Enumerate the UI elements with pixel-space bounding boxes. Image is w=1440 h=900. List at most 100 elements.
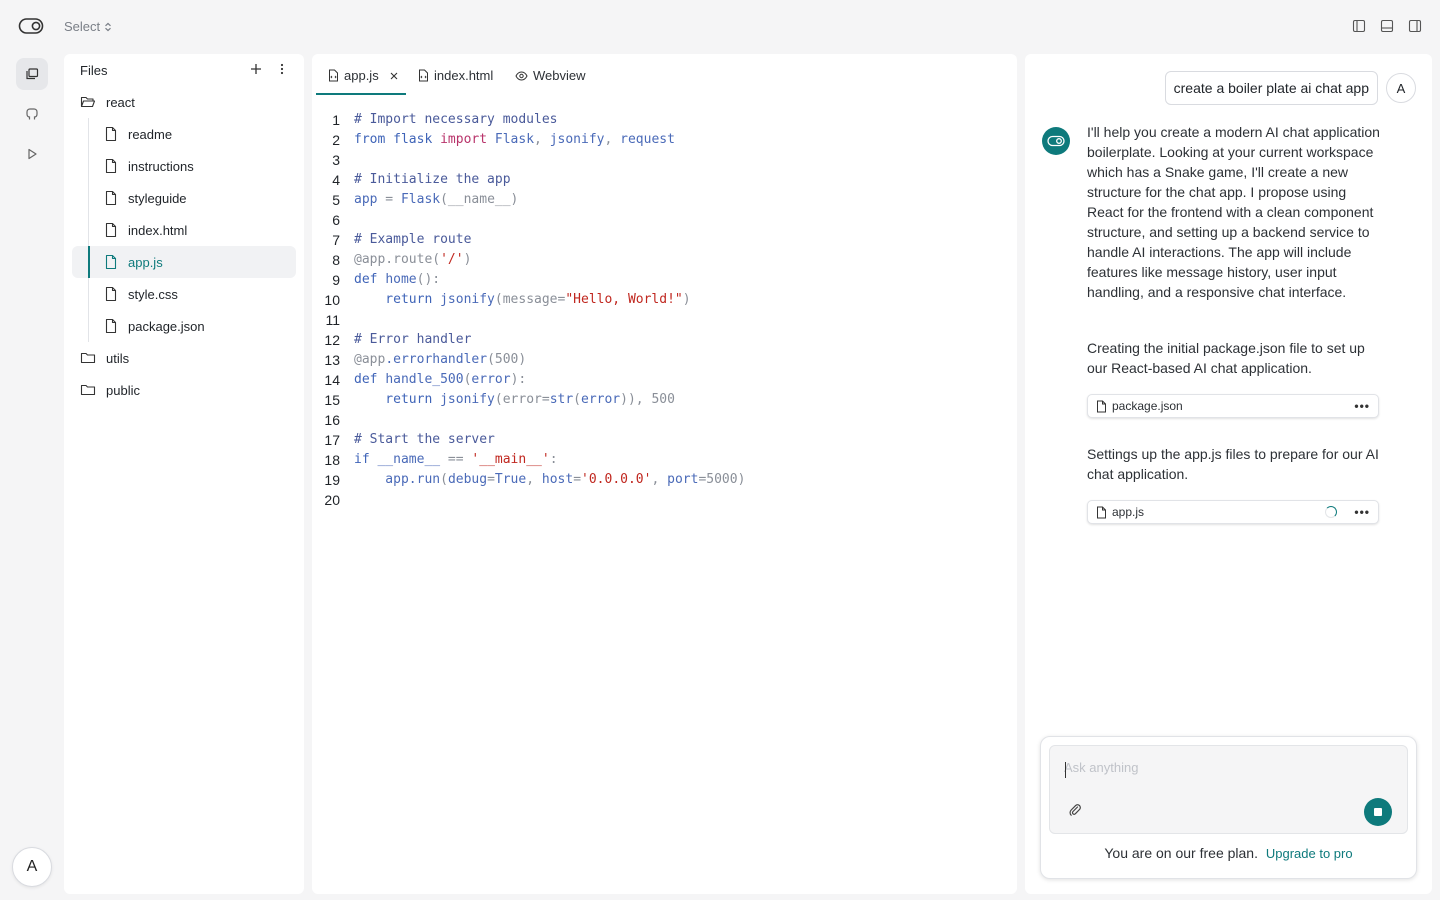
tree-guide-active <box>88 246 90 278</box>
user-avatar: A <box>1386 73 1416 103</box>
files-title: Files <box>80 63 108 78</box>
code-line: def home(): <box>354 272 441 287</box>
upgrade-link[interactable]: Upgrade to pro <box>1266 846 1353 861</box>
line-number: 8 <box>332 252 340 268</box>
more-vertical-icon[interactable] <box>280 63 284 75</box>
assistant-message: Creating the initial package.json file t… <box>1087 340 1365 376</box>
tree-item-label: style.css <box>128 286 178 302</box>
attach-icon[interactable] <box>1068 803 1082 817</box>
assistant-message: I'll help you create a modern AI chat ap… <box>1087 124 1380 300</box>
tree-item-label: instructions <box>128 158 194 174</box>
tree-file-instructions[interactable]: instructions <box>104 152 194 180</box>
user-message-bubble: create a boiler plate ai chat app <box>1164 71 1378 105</box>
select-dropdown[interactable]: Select <box>64 19 112 34</box>
tree-folder-public[interactable]: public <box>80 376 140 404</box>
line-number: 6 <box>332 212 340 228</box>
tree-item-label: app.js <box>128 254 163 270</box>
tab-label: index.html <box>434 68 494 83</box>
folder-icon <box>80 352 96 364</box>
tree-file-styleguide[interactable]: styleguide <box>104 184 187 212</box>
active-tab-indicator <box>316 93 406 95</box>
line-number: 19 <box>324 472 340 488</box>
tree-item-label: public <box>106 382 140 398</box>
tree-folder-react[interactable]: react <box>80 88 135 116</box>
rail-run-button[interactable] <box>16 138 48 170</box>
file-icon <box>1097 506 1106 518</box>
file-icon <box>105 286 117 302</box>
code-line: @app.errorhandler(500) <box>354 352 527 367</box>
files-panel: Files react readme instructions stylegui… <box>64 54 304 894</box>
text-caret <box>1065 762 1066 778</box>
add-file-icon[interactable] <box>250 63 262 75</box>
close-icon[interactable] <box>388 70 400 82</box>
rail-files-button[interactable] <box>16 58 48 90</box>
chat-panel: create a boiler plate ai chat app A I'll… <box>1025 54 1432 894</box>
more-horizontal-icon[interactable]: ••• <box>1354 505 1370 519</box>
github-icon <box>26 108 38 120</box>
line-number: 4 <box>332 172 340 188</box>
tree-item-label: styleguide <box>128 190 187 206</box>
code-line: # Error handler <box>354 332 472 347</box>
tree-folder-utils[interactable]: utils <box>80 344 129 372</box>
code-line: def handle_500(error): <box>354 372 527 387</box>
assistant-message: Settings up the app.js files to prepare … <box>1087 446 1379 482</box>
tree-guide-line <box>88 118 89 342</box>
code-line: return jsonify(message="Hello, World!") <box>354 292 691 307</box>
line-number: 20 <box>324 492 340 508</box>
plan-notice: You are on our free plan. Upgrade to pro <box>1041 845 1416 861</box>
tree-item-label: readme <box>128 126 173 142</box>
code-line: if __name__ == '__main__': <box>354 452 558 467</box>
line-number: 17 <box>324 432 340 448</box>
tree-file-style-css[interactable]: style.css <box>104 280 178 308</box>
file-card-name: package.json <box>1112 399 1183 413</box>
rail-git-button[interactable] <box>16 98 48 130</box>
chat-input-box[interactable] <box>1049 745 1408 834</box>
assistant-avatar <box>1042 127 1070 155</box>
stop-generation-button[interactable] <box>1364 798 1392 826</box>
file-icon <box>105 126 117 142</box>
tree-file-package-json[interactable]: package.json <box>104 312 205 340</box>
line-number: 15 <box>324 392 340 408</box>
line-number: 18 <box>324 452 340 468</box>
loading-spinner-icon <box>1325 506 1338 518</box>
tree-file-index-html[interactable]: index.html <box>104 216 187 244</box>
tree-file-readme[interactable]: readme <box>104 120 172 148</box>
file-icon <box>105 318 117 334</box>
play-icon <box>28 148 37 160</box>
file-icon <box>105 190 117 206</box>
assistant-logo-icon <box>1047 135 1065 147</box>
chat-input[interactable] <box>1064 760 1364 775</box>
line-number: 13 <box>324 352 340 368</box>
toggle-bottom-panel-icon[interactable] <box>1380 19 1394 33</box>
more-horizontal-icon[interactable]: ••• <box>1354 399 1370 413</box>
editor-panel: app.js index.html Webview 1 # Import nece… <box>312 54 1017 894</box>
tab-index-html[interactable]: index.html <box>418 68 493 83</box>
line-number: 3 <box>332 152 340 168</box>
tree-item-label: package.json <box>128 318 205 334</box>
toggle-right-panel-icon[interactable] <box>1408 19 1422 33</box>
toggle-left-panel-icon[interactable] <box>1352 19 1366 33</box>
code-line: from flask import Flask, jsonify, reques… <box>354 132 675 147</box>
code-line: @app.route('/') <box>354 252 472 267</box>
code-line: app = Flask(__name__) <box>354 192 519 207</box>
file-card-app-js[interactable]: app.js ••• <box>1087 500 1379 524</box>
code-line: # Import necessary modules <box>354 112 558 127</box>
line-number: 14 <box>324 372 340 388</box>
file-code-icon <box>329 69 338 82</box>
tree-item-label: index.html <box>128 222 188 238</box>
tab-app-js[interactable]: app.js <box>328 68 400 83</box>
tab-label: Webview <box>533 68 586 83</box>
user-avatar[interactable]: A <box>12 847 52 887</box>
code-line: app.run(debug=True, host='0.0.0.0', port… <box>354 472 746 487</box>
stop-icon <box>1374 808 1382 816</box>
tab-webview[interactable]: Webview <box>515 68 586 83</box>
file-card-package-json[interactable]: package.json ••• <box>1087 394 1379 418</box>
tree-file-app-js[interactable]: app.js <box>104 248 163 276</box>
line-number: 12 <box>324 332 340 348</box>
app-logo-icon[interactable] <box>18 17 46 37</box>
line-number: 1 <box>332 112 340 128</box>
line-number: 11 <box>325 312 340 328</box>
eye-icon <box>515 70 528 81</box>
file-icon <box>105 158 117 174</box>
plan-text: You are on our free plan. <box>1104 845 1258 861</box>
